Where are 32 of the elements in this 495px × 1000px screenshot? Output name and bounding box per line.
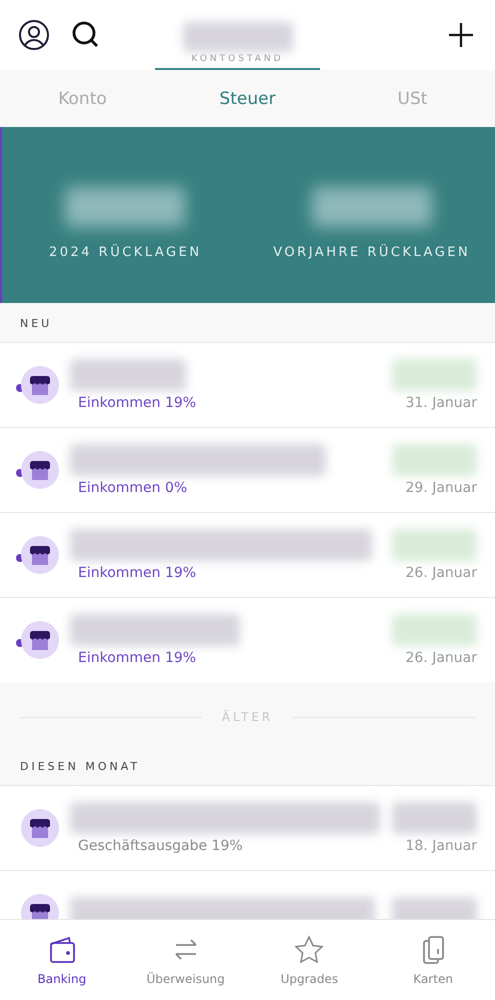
category-label: Einkommen 19%	[77, 650, 198, 666]
date-label: 29. Januar	[405, 480, 477, 496]
date-label: 31. Januar	[405, 395, 477, 411]
merchant-avatar	[21, 809, 59, 847]
nav-tab[interactable]: Karten	[371, 920, 495, 1000]
date-label: 18. Januar	[405, 838, 477, 854]
merchant-avatar	[21, 536, 59, 574]
nav-tab[interactable]: Überweisung	[124, 920, 248, 1000]
tab[interactable]: Steuer	[165, 70, 330, 127]
transaction-row[interactable]: Geschäftsausgabe 19% 18. Januar	[0, 785, 495, 870]
transaction-row[interactable]: Einkommen 19% 26. Januar	[0, 597, 495, 682]
transaction-row[interactable]: Einkommen 19% 31. Januar	[0, 342, 495, 427]
category-label: Geschäftsausgabe 19%	[77, 838, 244, 854]
profile-icon[interactable]	[18, 19, 50, 51]
merchant-avatar	[21, 621, 59, 659]
nav-tab[interactable]: Banking	[0, 920, 124, 1000]
transaction-row[interactable]: Einkommen 19% 26. Januar	[0, 512, 495, 597]
balance-label: KONTOSTAND	[191, 53, 284, 66]
category-label: Einkommen 19%	[77, 395, 198, 411]
reserve-label: VORJAHRE RÜCKLAGEN	[273, 244, 470, 260]
merchant-avatar	[21, 451, 59, 489]
section-title: DIESEN MONAT	[19, 759, 142, 775]
date-label: 26. Januar	[405, 565, 477, 581]
date-label: 26. Januar	[405, 650, 477, 666]
reserve-label: 2024 RÜCKLAGEN	[48, 244, 202, 260]
star-icon	[293, 934, 326, 966]
nav-tab[interactable]: Upgrades	[248, 920, 372, 1000]
section-title: NEU	[19, 316, 54, 332]
category-label: Einkommen 0%	[77, 480, 188, 496]
category-label: Einkommen 19%	[77, 565, 198, 581]
merchant-avatar	[21, 366, 59, 404]
transaction-row[interactable]: Einkommen 0% 29. Januar	[0, 427, 495, 512]
